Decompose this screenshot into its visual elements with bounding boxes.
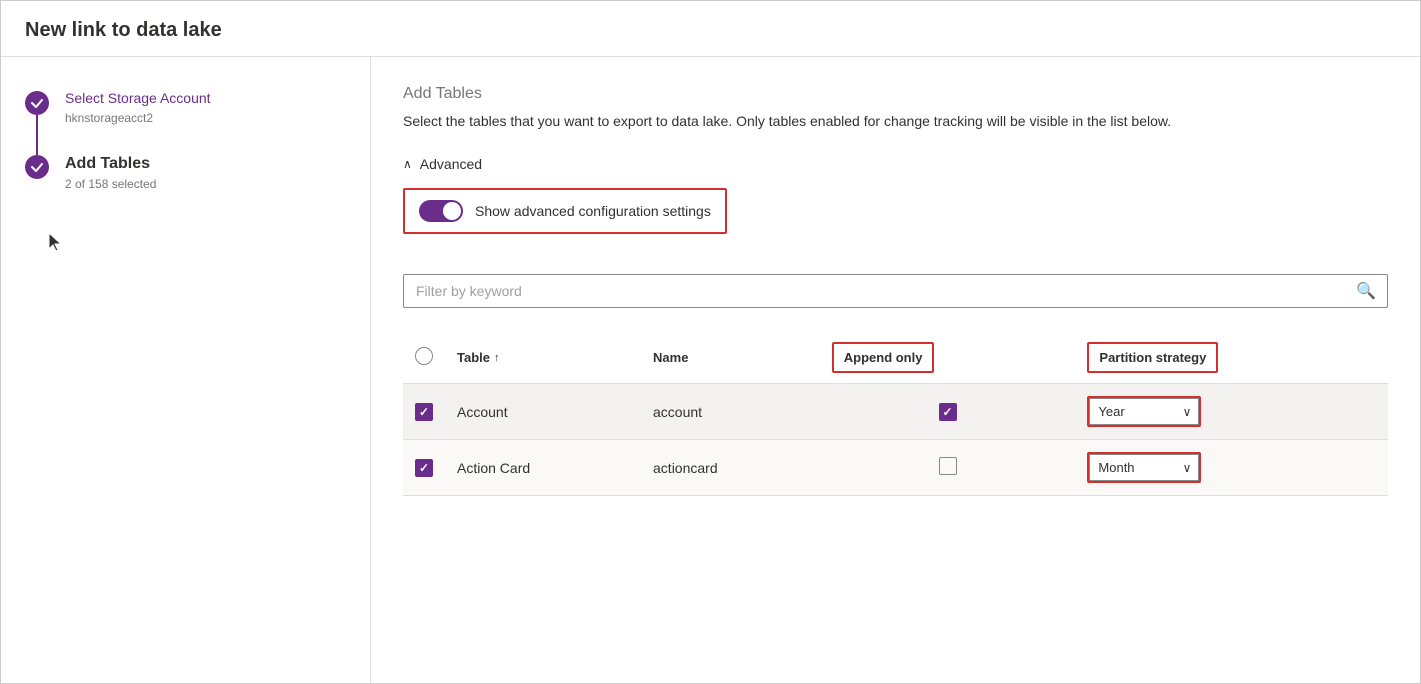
advanced-section-label: Advanced [420, 156, 482, 172]
content-area: Select Storage Account hknstorageacct2 A… [1, 57, 1420, 683]
step-connector [36, 115, 38, 155]
partition-select-actioncard[interactable]: Year Month Day None [1089, 454, 1199, 481]
th-partition-label: Partition strategy [1087, 342, 1218, 373]
th-append-only-cell: Append only [820, 332, 1076, 384]
chevron-up-icon: ∧ [403, 157, 412, 171]
step-icon-storage [25, 91, 49, 115]
step-title-tables[interactable]: Add Tables [65, 153, 156, 175]
step-add-tables: Add Tables 2 of 158 selected [25, 153, 346, 191]
table-body: Account account Year Mont [403, 384, 1388, 496]
header-row: Table ↑ Name Append only Partition strat… [403, 332, 1388, 384]
th-table-label: Table [457, 350, 490, 365]
append-checkbox-actioncard[interactable] [939, 457, 957, 475]
toggle-label-text: Show advanced configuration settings [475, 203, 711, 219]
step-title-storage[interactable]: Select Storage Account [65, 89, 211, 109]
row-select-account [403, 384, 445, 440]
partition-select-wrapper-actioncard: Year Month Day None [1087, 452, 1201, 483]
row-select-actioncard [403, 440, 445, 496]
account-name: account [653, 404, 702, 420]
row-table-account: Account [445, 384, 641, 440]
panel-description: Select the tables that you want to expor… [403, 111, 1388, 132]
filter-input[interactable] [403, 274, 1388, 308]
step-content-storage: Select Storage Account hknstorageacct2 [65, 89, 211, 125]
advanced-section: ∧ Advanced Show advanced configuration s… [403, 156, 1388, 254]
row-checkbox-actioncard[interactable] [415, 459, 433, 477]
tables-data-table: Table ↑ Name Append only Partition strat… [403, 332, 1388, 496]
th-name: Name [641, 332, 820, 384]
account-table-name: Account [457, 404, 508, 420]
th-append-only-label: Append only [832, 342, 935, 373]
page-wrapper: New link to data lake Select Storage Acc… [0, 0, 1421, 684]
th-name-label: Name [653, 350, 688, 365]
row-append-account [820, 384, 1076, 440]
main-panel: Add Tables Select the tables that you wa… [371, 57, 1420, 683]
step-subtitle-storage: hknstorageacct2 [65, 111, 211, 125]
th-partition-strategy-cell: Partition strategy [1075, 332, 1388, 384]
step-content-tables: Add Tables 2 of 158 selected [65, 153, 156, 191]
append-checkbox-account[interactable] [939, 403, 957, 421]
step-icon-tables [25, 155, 49, 179]
table-header: Table ↑ Name Append only Partition strat… [403, 332, 1388, 384]
table-row: Action Card actioncard Year [403, 440, 1388, 496]
row-append-actioncard [820, 440, 1076, 496]
actioncard-table-name: Action Card [457, 460, 530, 476]
partition-select-wrapper-account: Year Month Day None [1087, 396, 1201, 427]
row-checkbox-account[interactable] [415, 403, 433, 421]
row-partition-actioncard: Year Month Day None [1075, 440, 1388, 496]
cursor-indicator [45, 231, 346, 258]
row-name-account: account [641, 384, 820, 440]
panel-heading: Add Tables [403, 85, 1388, 103]
step-subtitle-tables: 2 of 158 selected [65, 177, 156, 191]
row-name-actioncard: actioncard [641, 440, 820, 496]
sort-icon[interactable]: ↑ [494, 352, 500, 364]
actioncard-name: actioncard [653, 460, 718, 476]
sidebar: Select Storage Account hknstorageacct2 A… [1, 57, 371, 683]
advanced-config-toggle-box: Show advanced configuration settings [403, 188, 727, 234]
row-table-actioncard: Action Card [445, 440, 641, 496]
th-table: Table ↑ [445, 332, 641, 384]
select-all-radio[interactable] [415, 347, 433, 365]
row-partition-account: Year Month Day None [1075, 384, 1388, 440]
page-title: New link to data lake [1, 1, 1420, 57]
advanced-config-toggle[interactable] [419, 200, 463, 222]
advanced-toggle-header[interactable]: ∧ Advanced [403, 156, 1388, 172]
search-icon: 🔍 [1356, 281, 1376, 301]
th-select [403, 332, 445, 384]
filter-input-wrapper: 🔍 [403, 274, 1388, 308]
step-select-storage: Select Storage Account hknstorageacct2 [25, 89, 346, 125]
partition-select-account[interactable]: Year Month Day None [1089, 398, 1199, 425]
table-row: Account account Year Mont [403, 384, 1388, 440]
